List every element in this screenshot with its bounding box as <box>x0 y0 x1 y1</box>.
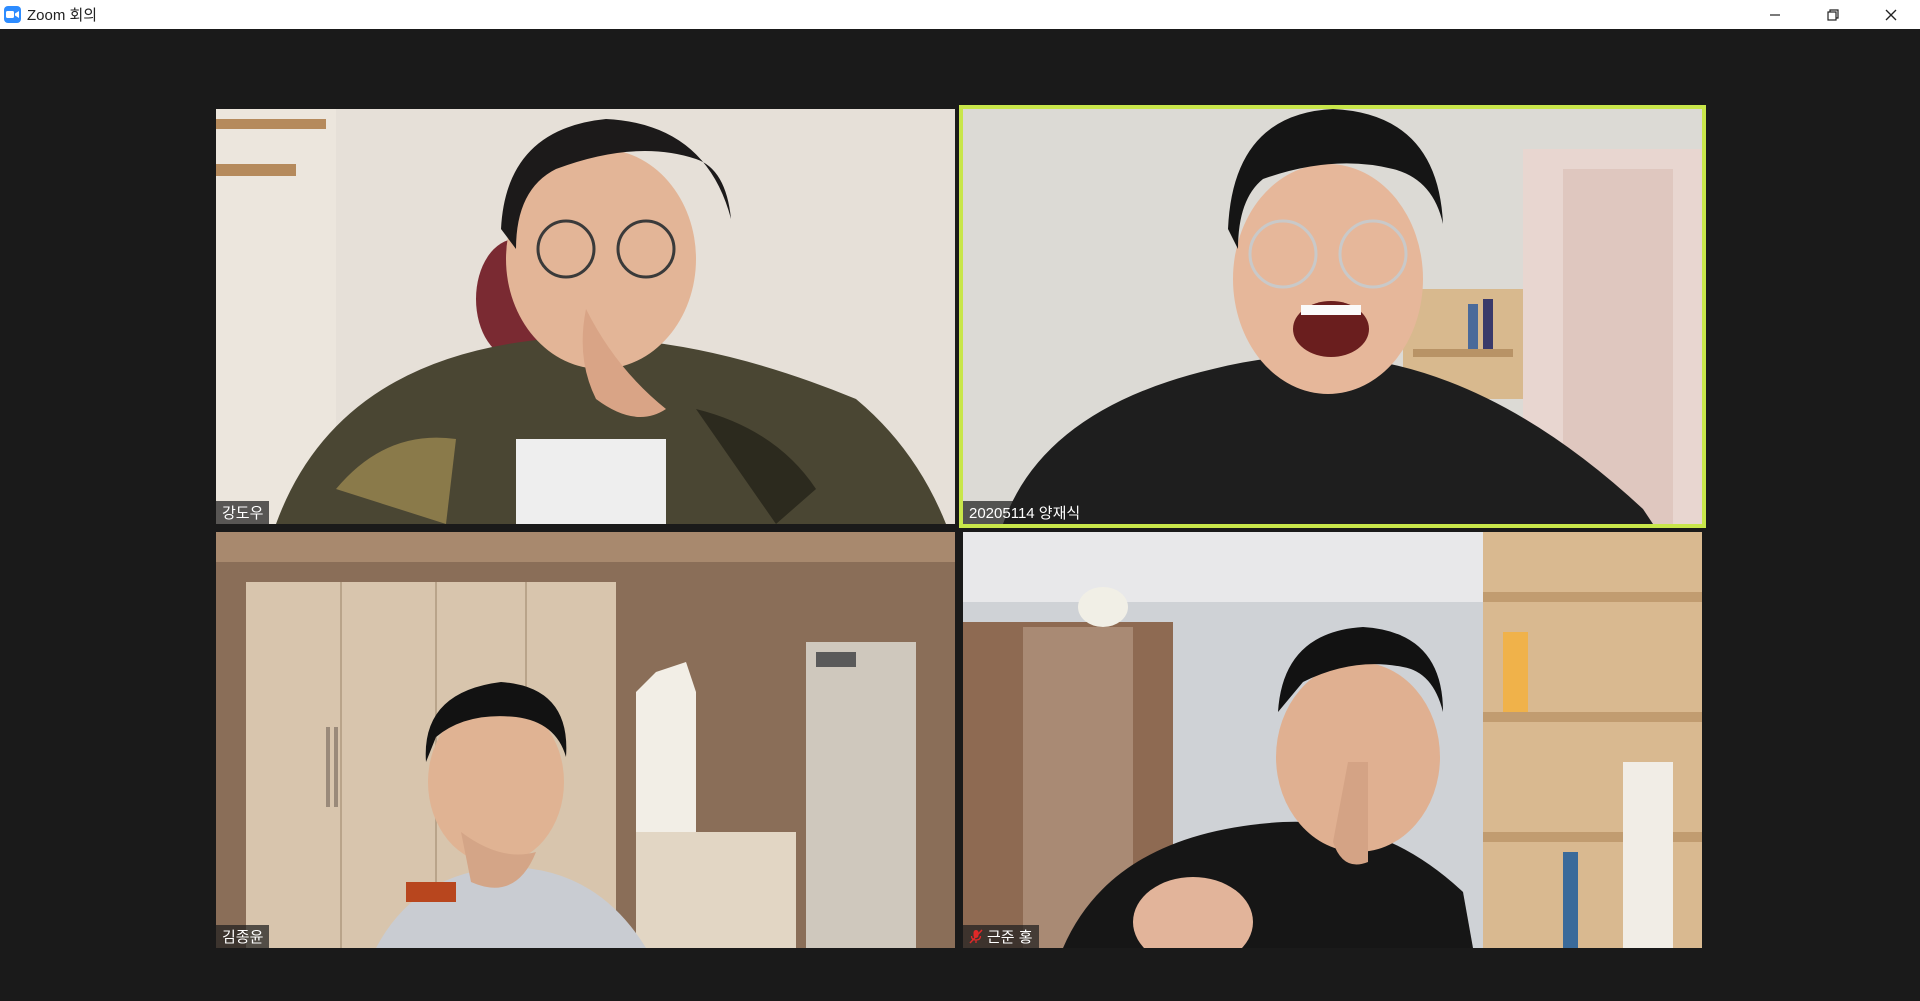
muted-microphone-icon <box>969 929 983 944</box>
window-title: Zoom 회의 <box>27 7 98 24</box>
close-icon <box>1885 9 1897 20</box>
title-bar: Zoom 회의 <box>0 0 1920 29</box>
participant-name: 20205114 양재식 <box>969 505 1081 522</box>
restore-icon <box>1827 8 1839 21</box>
participant-name: 근준 홍 <box>987 929 1033 946</box>
participant-video <box>963 109 1702 524</box>
participant-name-tag: 20205114 양재식 <box>963 501 1087 524</box>
restore-button[interactable] <box>1804 0 1862 29</box>
minimize-icon <box>1770 13 1780 16</box>
video-tile[interactable]: 강도우 <box>216 109 955 524</box>
participant-video <box>216 532 955 948</box>
close-button[interactable] <box>1862 0 1920 29</box>
video-tile[interactable]: 근준 홍 <box>963 532 1702 948</box>
video-tile-active-speaker[interactable]: 20205114 양재식 <box>959 105 1706 528</box>
participant-name-tag: 강도우 <box>216 501 270 524</box>
zoom-camera-icon <box>4 6 21 23</box>
participant-name: 김종윤 <box>222 929 264 946</box>
participant-name: 강도우 <box>222 505 264 522</box>
participant-name-tag: 근준 홍 <box>963 925 1039 948</box>
minimize-button[interactable] <box>1746 0 1804 29</box>
window-controls <box>1746 0 1920 29</box>
participant-video <box>216 109 955 524</box>
participant-video <box>963 532 1702 948</box>
gallery-view: 강도우 20205114 양재식 김종윤 근준 홍 <box>0 29 1920 1001</box>
video-tile[interactable]: 김종윤 <box>216 532 955 948</box>
participant-name-tag: 김종윤 <box>216 925 270 948</box>
